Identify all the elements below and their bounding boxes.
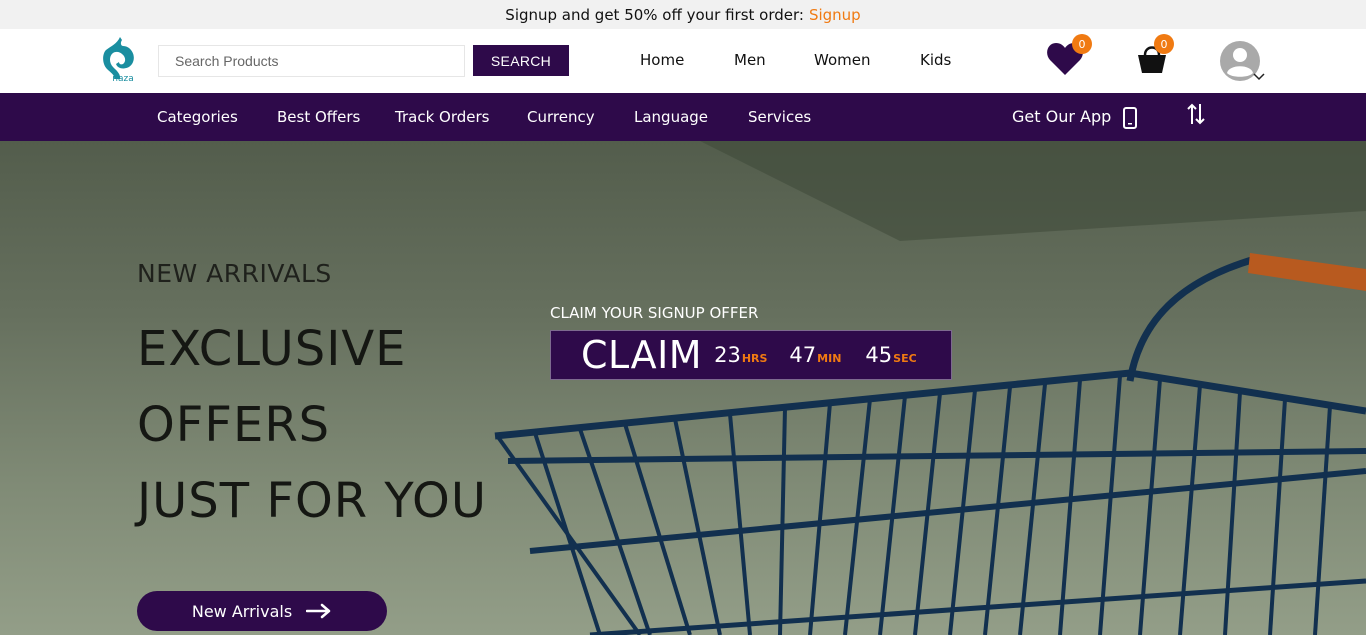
hero-headline-line-3: JUST FOR YOU — [137, 473, 487, 529]
sub-nav-services[interactable]: Services — [748, 108, 811, 126]
nav-home[interactable]: Home — [640, 51, 684, 69]
promo-bar: Signup and get 50% off your first order:… — [0, 0, 1366, 29]
claim-button[interactable]: CLAIM — [581, 333, 702, 377]
timer-minutes: 47 MIN — [789, 343, 841, 367]
nav-men[interactable]: Men — [734, 51, 766, 69]
logo-text: naza — [112, 74, 133, 84]
hero-banner: NEW ARRIVALS EXCLUSIVE OFFERS JUST FOR Y… — [0, 141, 1366, 635]
chevron-down-icon — [1253, 73, 1265, 81]
promo-text: Signup and get 50% off your first order: — [505, 5, 804, 24]
hero-eyebrow: NEW ARRIVALS — [137, 259, 332, 288]
hero-headline-line-2: OFFERS — [137, 397, 331, 453]
hero-headline-line-1: EXCLUSIVE — [137, 321, 407, 377]
sub-nav-best-offers[interactable]: Best Offers — [277, 108, 360, 126]
timer-seconds-value: 45 — [865, 343, 893, 367]
offer-countdown-box: CLAIM 23 HRS 47 MIN 45 SEC — [550, 330, 952, 380]
new-arrivals-button[interactable]: New Arrivals — [137, 591, 387, 631]
brand-logo[interactable]: naza — [101, 34, 143, 84]
cart-button[interactable]: 0 — [1136, 34, 1176, 75]
timer-seconds-unit: SEC — [893, 352, 917, 365]
arrow-right-icon — [306, 603, 331, 619]
sub-nav-currency[interactable]: Currency — [527, 108, 595, 126]
signup-link[interactable]: Signup — [809, 6, 861, 24]
cart-count-badge: 0 — [1154, 34, 1174, 54]
shopping-cart-illustration — [494, 141, 1366, 635]
new-arrivals-label: New Arrivals — [191, 601, 293, 621]
sort-arrows-icon[interactable] — [1187, 102, 1205, 126]
nav-women[interactable]: Women — [814, 51, 870, 69]
timer-hours-value: 23 — [714, 343, 741, 367]
timer-hours: 23 HRS — [714, 343, 767, 367]
search-button[interactable]: SEARCH — [473, 45, 569, 76]
secondary-nav: Categories Best Offers Track Orders Curr… — [0, 93, 1366, 141]
timer-minutes-unit: MIN — [817, 352, 842, 365]
sub-nav-categories[interactable]: Categories — [157, 108, 238, 126]
offer-title: CLAIM YOUR SIGNUP OFFER — [550, 304, 759, 322]
get-app-label: Get Our App — [1012, 107, 1112, 126]
timer-minutes-value: 47 — [789, 343, 817, 367]
nav-kids[interactable]: Kids — [920, 51, 951, 69]
wishlist-button[interactable]: 0 — [1046, 34, 1092, 75]
header: naza SEARCH Home Men Women Kids 0 0 — [0, 29, 1366, 93]
sub-nav-track-orders[interactable]: Track Orders — [395, 108, 489, 126]
search-input[interactable] — [158, 45, 465, 77]
mobile-phone-icon — [1123, 107, 1137, 129]
timer-hours-unit: HRS — [741, 352, 768, 365]
timer-seconds: 45 SEC — [865, 343, 916, 367]
get-app-link[interactable]: Get Our App — [1012, 107, 1111, 126]
wishlist-count-badge: 0 — [1072, 34, 1092, 54]
account-menu[interactable] — [1219, 40, 1267, 84]
sub-nav-language[interactable]: Language — [634, 108, 708, 126]
